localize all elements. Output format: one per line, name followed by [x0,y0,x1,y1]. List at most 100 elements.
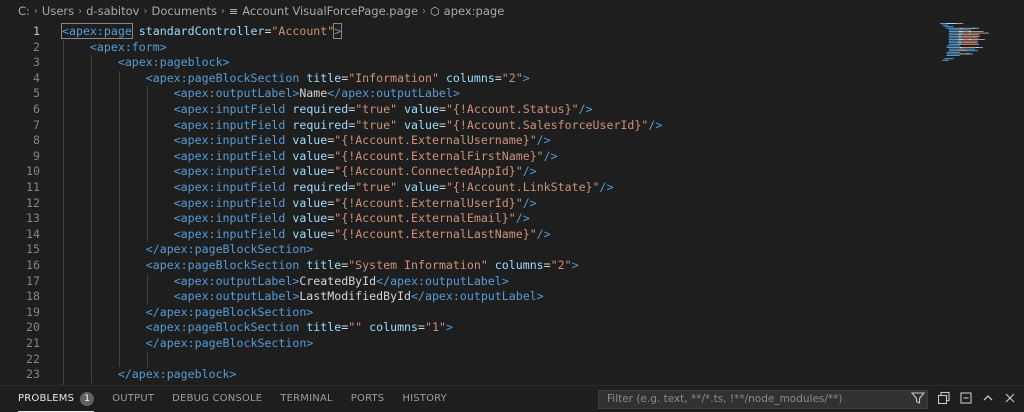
panel-tab-label: TERMINAL [280,393,333,404]
minimap-mark [945,23,947,24]
code-line[interactable]: 18 <apex:outputLabel>LastModifiedById</a… [0,289,930,305]
code-line[interactable]: 16 <apex:pageBlockSection title = "System … [0,258,930,274]
code-token: "{!Account.SalesforceUserId}" [445,117,649,132]
minimap-mark [957,39,959,40]
code-token: columns [445,70,495,85]
code-token: value [292,226,328,241]
code-line[interactable]: 14 <apex:inputField value="{!Account.Ext… [0,227,930,243]
collapse-all-icon[interactable] [958,391,974,407]
code-line[interactable]: 23 </apex:pageblock> [0,367,930,383]
indent-guide [63,39,64,385]
code-line[interactable]: 5 <apex:outputLabel>Name</apex:outputLab… [0,86,930,102]
code-line[interactable]: 22 [0,352,930,368]
code-line[interactable]: 19 </apex:pageBlockSection> [0,305,930,321]
code-line[interactable]: 3 <apex:pageblock> [0,55,930,71]
breadcrumb-item[interactable]: C: [18,4,30,18]
code-line[interactable]: 2 <apex:form> [0,40,930,56]
minimap-mark [972,32,988,34]
code-line[interactable]: 1 <apex:page standardController="Account"… [0,23,930,40]
indent-guide [147,273,148,305]
minimap-mark [958,27,960,29]
code-token: <apex:inputField [173,180,286,194]
code-editor[interactable]: 1 <apex:page standardController="Account"… [0,22,1024,385]
code-token: <apex:outputLabel> [173,289,300,304]
line-number: 10 [26,164,40,179]
code-token: <apex:pageBlockSection [145,70,300,85]
minimap-mark [965,53,970,55]
code-line[interactable]: 15 </apex:pageBlockSection> [0,242,930,258]
code-line[interactable]: 10 <apex:inputField value="{!Account.Con… [0,164,930,180]
breadcrumb-item[interactable]: Users [42,4,74,18]
panel-tab-terminal[interactable]: TERMINAL [280,386,332,412]
minimap-mark [963,27,971,29]
minimap-mark [948,35,958,37]
panel-tab-ports[interactable]: PORTS [351,386,385,412]
panel-tab-history[interactable]: HISTORY [402,386,447,412]
code-line[interactable]: 7 <apex:inputField required = "true" value… [0,118,930,134]
line-number: 11 [26,180,40,194]
line-number: 20 [26,320,40,335]
minimap-mark [946,51,960,53]
code-content: <apex:outputLabel>LastModifiedById</apex… [62,289,544,305]
minimap-mark [961,42,963,44]
code-token: > [333,23,343,39]
minimap-mark [958,40,962,42]
minimap-mark [971,27,976,29]
panel-tab-output[interactable]: OUTPUT [112,386,154,412]
breadcrumb-item[interactable]: Account VisualForcePage.page [242,4,418,18]
breadcrumb-item[interactable]: d-sabitov [86,4,139,18]
code-content: <apex:page standardController="Account"> [61,23,343,40]
minimap-mark [958,42,962,44]
minimap-mark [958,48,965,50]
chevron-up-icon[interactable] [980,391,996,407]
problems-filter-input[interactable]: Filter (e.g. text, **/*.ts, !**/node_mod… [598,390,928,409]
line-number: 12 [26,195,40,210]
code-line[interactable]: 17 <apex:outputLabel>CreatedById</apex:o… [0,274,930,290]
code-line[interactable]: 11 <apex:inputField required = "true" valu… [0,180,930,196]
code-line[interactable]: 20 <apex:pageBlockSection title = "" colum… [0,320,930,336]
minimap-mark [948,39,958,40]
code-token: "{!Account.ExternalLastName}" [334,226,537,241]
minimap-mark [958,29,961,31]
minimap-mark [963,53,965,55]
minimap-mark [962,37,978,39]
minimap-mark [958,39,963,40]
code-line[interactable]: 9 <apex:inputField value="{!Account.Exte… [0,149,930,165]
code-token: = [543,258,551,272]
code-line[interactable]: 4 <apex:pageBlockSection title = "Informat… [0,71,930,87]
code-token: /> [578,102,593,116]
code-line[interactable]: 21 </apex:pageBlockSection> [0,336,930,352]
minimap-mark [964,31,968,32]
copy-icon[interactable] [936,391,952,407]
minimap-mark [968,32,972,34]
breadcrumb-item[interactable]: Documents [151,4,217,18]
vertical-scrollbar[interactable] [1010,22,1024,385]
minimap[interactable] [938,22,1010,62]
minimap-mark [969,53,971,55]
filter-icon[interactable] [910,391,926,407]
minimap-mark [970,27,972,29]
code-line[interactable]: 8 <apex:inputField value="{!Account.Exte… [0,133,930,149]
minimap-mark [962,23,964,24]
line-number: 16 [26,258,40,272]
minimap-mark [967,32,969,34]
minimap-mark [961,43,963,45]
code-token: </apex:outputLabel> [376,273,509,288]
breadcrumb-item[interactable]: apex:page [444,4,505,18]
code-line[interactable]: 13 <apex:inputField value="{!Account.Ext… [0,211,930,227]
panel-tab-label: OUTPUT [112,393,155,404]
minimap-mark [967,31,969,32]
panel-tab-debug-console[interactable]: DEBUG CONSOLE [172,386,262,412]
panel-tab-problems[interactable]: PROBLEMS 1 [18,386,95,412]
minimap-mark [972,53,974,55]
minimap-mark [940,23,946,24]
close-icon[interactable] [1002,391,1018,407]
code-line[interactable]: 6 <apex:inputField required = "true" value… [0,102,930,118]
minimap-mark [978,43,980,45]
code-token: "{!Account.ExternalFirstName}" [334,148,544,163]
minimap-mark [977,37,979,39]
minimap-mark [958,50,968,52]
code-line[interactable]: 12 <apex:inputField value="{!Account.Ext… [0,196,930,212]
code-token: standardController [138,24,265,38]
